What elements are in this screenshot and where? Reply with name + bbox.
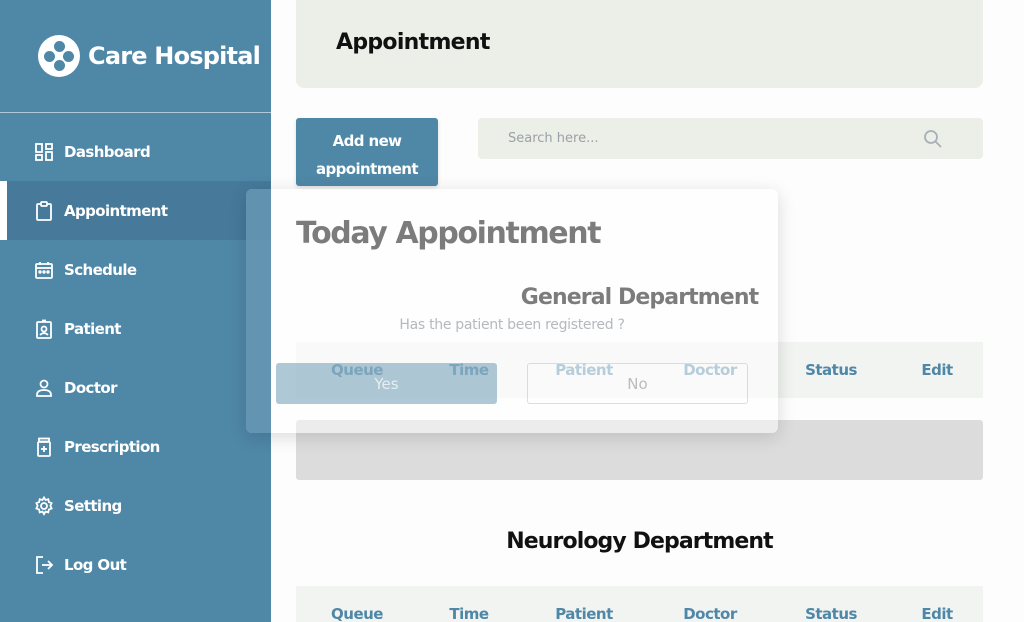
sidebar-item-dashboard[interactable]: Dashboard (0, 122, 271, 181)
sidebar-item-doctor[interactable]: Doctor (0, 358, 271, 417)
sidebar-item-label: Dashboard (64, 142, 151, 161)
sidebar-item-label: Doctor (64, 378, 118, 397)
patient-badge-icon (34, 319, 54, 339)
column-header-edit[interactable]: Edit (921, 361, 953, 379)
page-title: Appointment (336, 30, 490, 55)
modal-question: Has the patient been registered ? (399, 317, 625, 333)
column-header-edit[interactable]: Edit (921, 605, 953, 622)
sidebar-item-label: Patient (64, 319, 121, 338)
sidebar-nav: Dashboard Appointment Schedule Patient D… (0, 122, 271, 594)
department-title-neurology: Neurology Department (296, 529, 983, 554)
page-header: Appointment (296, 0, 983, 88)
hospital-logo-icon (38, 35, 80, 77)
sidebar-item-logout[interactable]: Log Out (0, 535, 271, 594)
search-bar (478, 118, 983, 159)
department-title-text: Neurology Department (506, 529, 773, 554)
search-input[interactable] (478, 118, 918, 159)
yes-button[interactable]: Yes (276, 363, 497, 404)
sidebar-item-label: Setting (64, 496, 122, 515)
user-icon (34, 378, 54, 398)
brand[interactable]: Care Hospital (38, 35, 261, 77)
dashboard-icon (34, 142, 54, 162)
add-appointment-button[interactable]: Add new appointment (296, 118, 438, 186)
table-header-neurology: Queue Time Patient Doctor Status Edit (296, 586, 983, 622)
logout-icon (34, 555, 54, 575)
calendar-icon (34, 260, 54, 280)
sidebar-item-label: Prescription (64, 437, 160, 456)
add-button-line2: appointment (316, 160, 419, 178)
modal-side-band (246, 189, 271, 433)
registration-confirm-modal: Has the patient been registered ? Yes No (246, 189, 778, 433)
brand-name: Care Hospital (88, 42, 261, 70)
add-button-line1: Add new (332, 132, 402, 150)
clipboard-icon (34, 200, 54, 221)
column-header-patient[interactable]: Patient (555, 605, 613, 622)
column-header-status[interactable]: Status (805, 605, 857, 622)
modal-divider (271, 283, 421, 284)
prescription-icon (34, 437, 54, 457)
search-icon[interactable] (923, 129, 943, 149)
sidebar-item-patient[interactable]: Patient (0, 299, 271, 358)
sidebar-item-label: Schedule (64, 260, 137, 279)
no-button[interactable]: No (527, 363, 748, 404)
column-header-queue[interactable]: Queue (331, 605, 383, 622)
sidebar: Care Hospital Dashboard Appointment Sche… (0, 0, 271, 622)
sidebar-divider (0, 112, 271, 113)
sidebar-item-setting[interactable]: Setting (0, 476, 271, 535)
column-header-status[interactable]: Status (805, 361, 857, 379)
column-header-doctor[interactable]: Doctor (683, 605, 737, 622)
sidebar-item-label: Appointment (64, 201, 168, 220)
sidebar-item-schedule[interactable]: Schedule (0, 240, 271, 299)
sidebar-item-prescription[interactable]: Prescription (0, 417, 271, 476)
sidebar-item-appointment[interactable]: Appointment (0, 181, 271, 240)
column-header-time[interactable]: Time (449, 605, 489, 622)
gear-icon (34, 495, 54, 516)
sidebar-item-label: Log Out (64, 555, 127, 574)
